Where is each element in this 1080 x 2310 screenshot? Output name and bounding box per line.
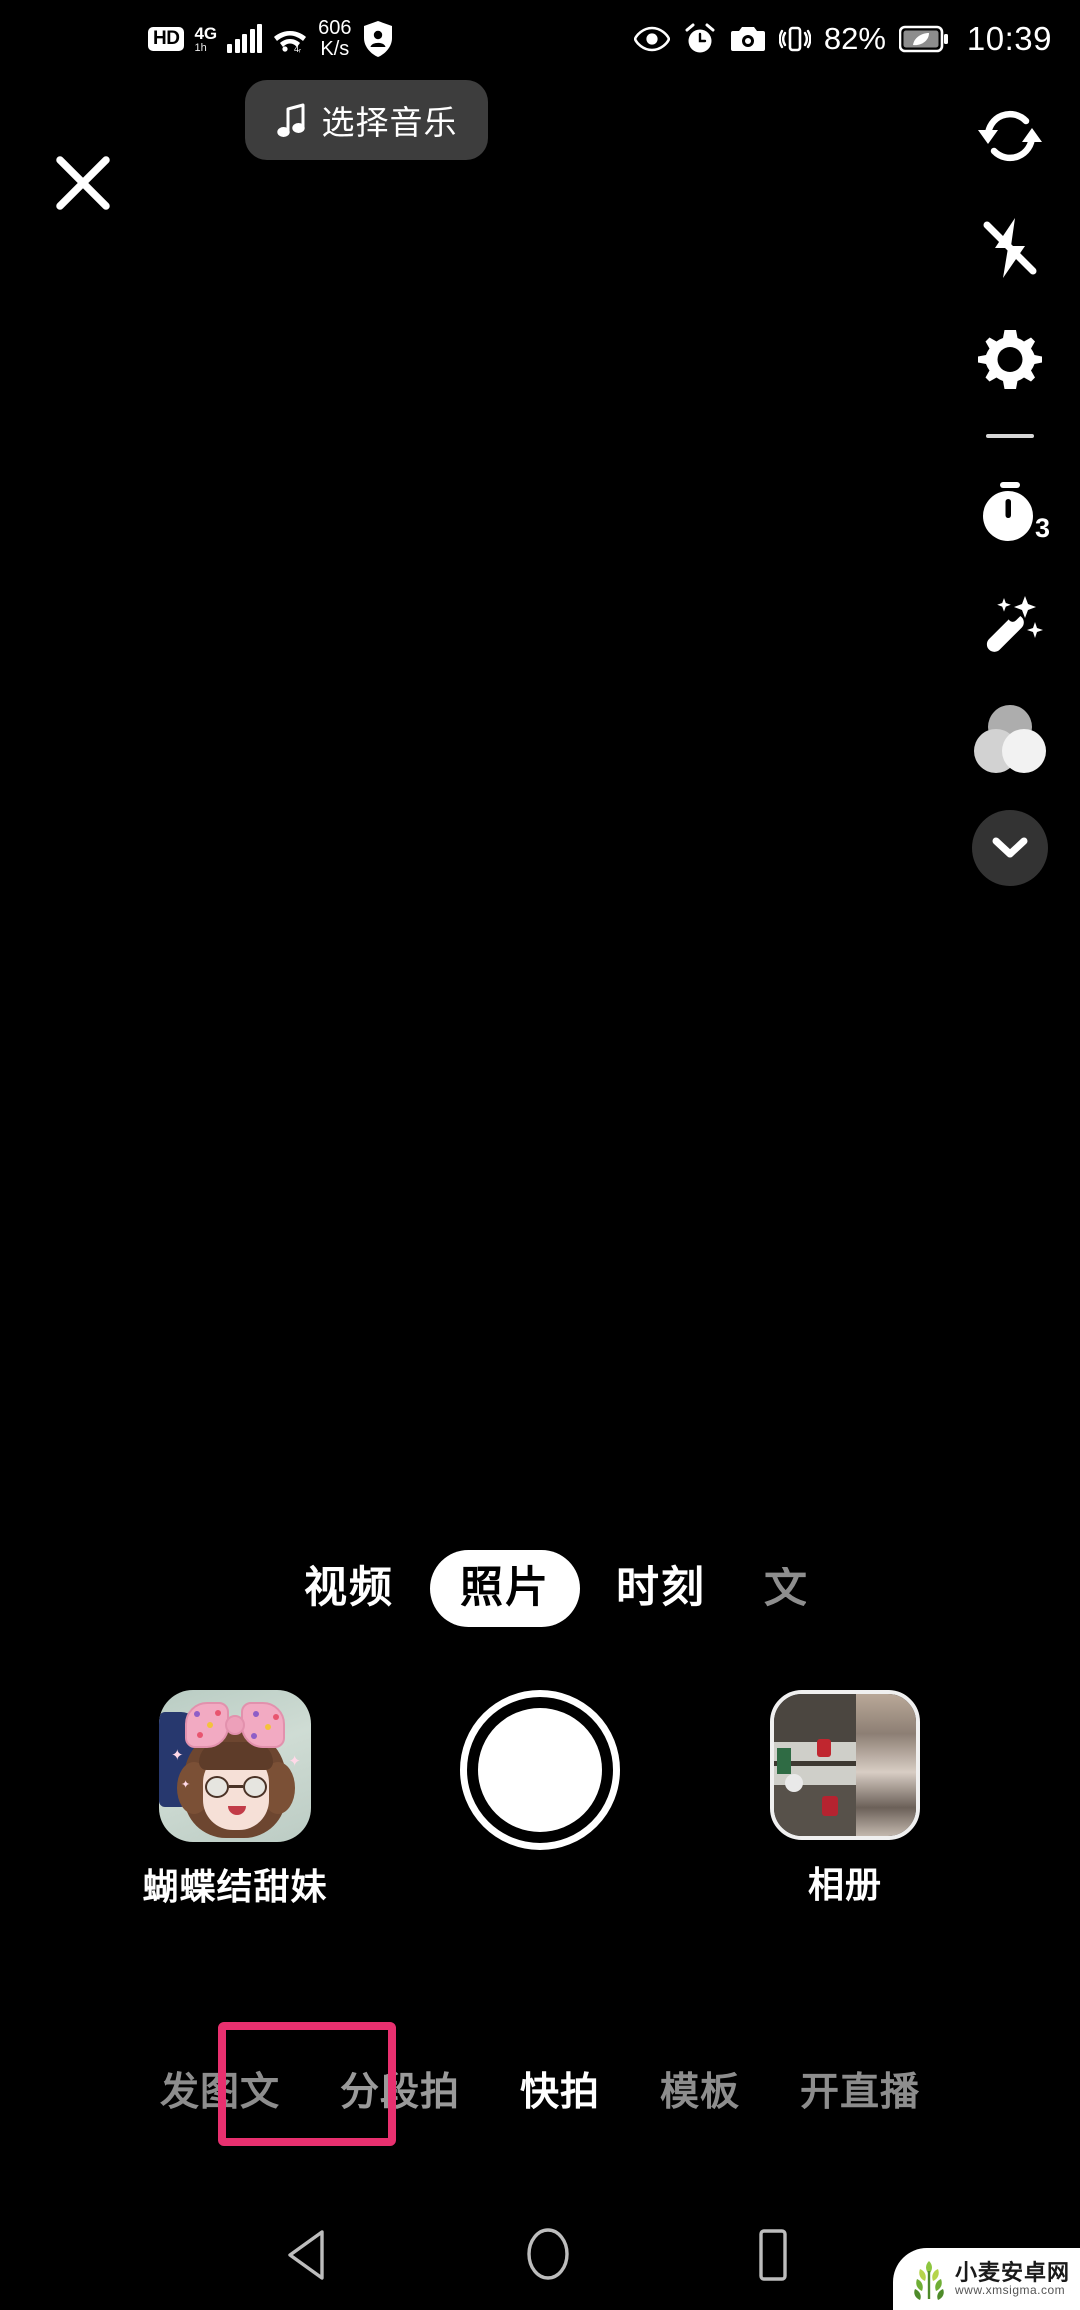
network-type-label: 4G — [194, 23, 218, 43]
close-icon — [56, 156, 110, 210]
mode-tab-photo[interactable]: 照片 — [430, 1549, 580, 1627]
beautify-button[interactable] — [940, 568, 1080, 680]
wheat-icon — [914, 2261, 944, 2300]
net-speed: 606 K/s — [318, 18, 351, 60]
flash-off-icon — [983, 218, 1037, 278]
alarm-clock-icon — [683, 22, 717, 56]
wifi-icon: 4ᵣ — [272, 24, 308, 54]
capture-controls: ✦ ✦ ✦ 蝴蝶结甜妹 相册 — [0, 1690, 1080, 1980]
album-button[interactable]: 相册 — [735, 1690, 955, 1908]
recents-square-icon — [759, 2229, 787, 2281]
mode-tab-video[interactable]: 视频 — [274, 1566, 424, 1610]
gear-icon — [978, 330, 1042, 389]
camera-screen: HD 4G 1h 4ᵣ 606 K/s 82% 10:39 选择音乐 3 视频 … — [0, 0, 1080, 2310]
album-label: 相册 — [807, 1864, 882, 1905]
album-preview-thumbnail — [770, 1690, 920, 1840]
status-bar-left: HD 4G 1h 4ᵣ 606 K/s — [148, 18, 394, 60]
camera-icon — [730, 25, 766, 53]
vibrate-icon — [778, 23, 811, 55]
select-music-button[interactable]: 选择音乐 — [245, 80, 488, 160]
close-button[interactable] — [28, 128, 138, 238]
nav-home-button[interactable] — [524, 2226, 572, 2282]
back-triangle-icon — [288, 2230, 324, 2280]
network-type-indicator: 4G 1h — [194, 25, 217, 54]
bottom-tab-go-live[interactable]: 开直播 — [770, 2073, 950, 2112]
status-bar: HD 4G 1h 4ᵣ 606 K/s 82% 10:39 — [0, 0, 1080, 78]
timer-button[interactable]: 3 — [940, 456, 1080, 568]
signal-bars-icon — [227, 24, 263, 53]
filter-circles-icon — [974, 705, 1046, 773]
flash-toggle-button[interactable] — [940, 192, 1080, 304]
tool-rail: 3 — [940, 80, 1080, 904]
watermark-text: 小麦安卓网 www.xmsigma.com — [955, 2261, 1070, 2297]
chevron-down-icon — [992, 837, 1028, 858]
svg-text:4ᵣ: 4ᵣ — [294, 44, 301, 54]
effect-label: 蝴蝶结甜妹 — [142, 1866, 328, 1907]
collapse-rail-circle — [972, 810, 1048, 886]
bottom-tab-bar: 发图文 分段拍 快拍 模板 开直播 — [0, 2040, 1080, 2145]
watermark-site-name: 小麦安卓网 — [954, 2260, 1070, 2286]
network-sub-label: 1h — [194, 41, 207, 54]
filters-button[interactable] — [940, 680, 1080, 792]
status-bar-clock: 10:39 — [966, 20, 1052, 57]
net-speed-value: 606 — [318, 17, 352, 39]
timer-icon — [983, 482, 1033, 541]
mode-tab-moment[interactable]: 时刻 — [586, 1566, 736, 1610]
bottom-tab-template[interactable]: 模板 — [630, 2073, 770, 2112]
timer-value: 3 — [1034, 513, 1050, 543]
eye-icon — [633, 26, 670, 52]
battery-saver-icon — [898, 24, 949, 54]
nav-recents-button[interactable] — [750, 2228, 796, 2282]
collapse-rail-button[interactable] — [940, 792, 1080, 904]
shutter-inner-circle — [478, 1708, 602, 1832]
settings-button[interactable] — [940, 304, 1080, 416]
net-speed-unit: K/s — [320, 38, 350, 60]
site-watermark: 小麦安卓网 www.xmsigma.com — [892, 2248, 1080, 2310]
bow-sweet-girl-effect-thumbnail: ✦ ✦ ✦ — [159, 1690, 311, 1842]
nav-back-button[interactable] — [282, 2228, 330, 2282]
shield-person-icon — [362, 20, 394, 58]
select-music-label: 选择音乐 — [321, 104, 458, 141]
magic-wand-icon — [986, 596, 1043, 652]
flip-camera-icon — [978, 110, 1042, 162]
hd-badge: HD — [148, 27, 185, 51]
mode-selector: 视频 照片 时刻 文 — [0, 1538, 1080, 1638]
flip-camera-button[interactable] — [940, 80, 1080, 192]
status-bar-right: 82% 10:39 — [633, 20, 1052, 58]
bottom-tab-post-image-text[interactable]: 发图文 — [130, 2073, 310, 2112]
effect-button[interactable]: ✦ ✦ ✦ 蝴蝶结甜妹 — [125, 1690, 345, 1910]
bottom-tab-quick-shoot[interactable]: 快拍 — [490, 2073, 630, 2112]
mode-tab-next-partial[interactable]: 文 — [764, 1567, 806, 1610]
shutter-button[interactable] — [460, 1690, 620, 1850]
home-circle-icon — [527, 2228, 569, 2280]
rail-divider — [940, 416, 1080, 456]
bottom-tab-segmented-shoot[interactable]: 分段拍 — [310, 2073, 490, 2112]
battery-percent: 82% — [823, 21, 886, 56]
watermark-url: www.xmsigma.com — [954, 2283, 1066, 2298]
music-note-icon — [276, 103, 305, 137]
